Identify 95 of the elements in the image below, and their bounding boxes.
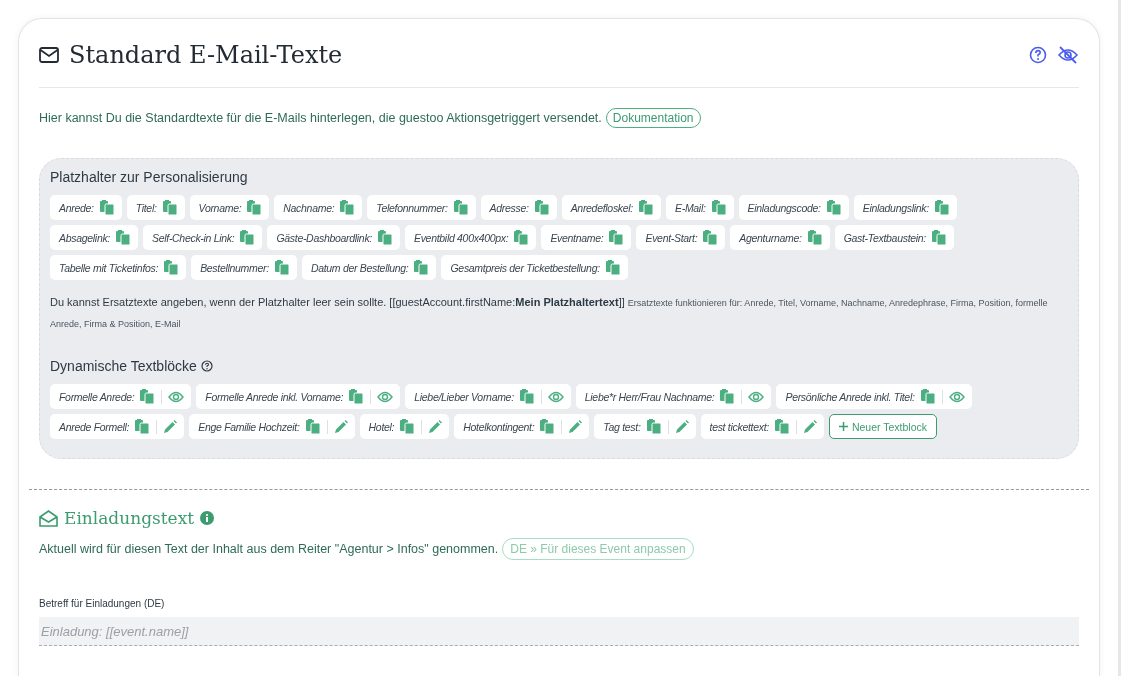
- copy-icon[interactable]: [534, 199, 550, 216]
- copy-icon[interactable]: [349, 388, 365, 405]
- copy-icon[interactable]: [240, 229, 256, 246]
- copy-icon[interactable]: [720, 388, 736, 405]
- intro-text: Hier kannst Du die Standardtexte für die E-Mails hinterlegen, die guestoo Aktionsgetriggert versendet.: [39, 111, 602, 125]
- copy-icon[interactable]: [703, 229, 719, 246]
- copy-icon[interactable]: [605, 259, 621, 276]
- pencil-icon[interactable]: [802, 419, 817, 434]
- copy-icon[interactable]: [116, 229, 131, 246]
- copy-icon[interactable]: [609, 229, 625, 246]
- help-icon[interactable]: [1029, 46, 1047, 64]
- placeholder-label: Titel:: [135, 201, 157, 214]
- documentation-link[interactable]: Dokumentation: [605, 108, 701, 128]
- copy-icon[interactable]: [639, 199, 654, 216]
- plus-icon: [838, 422, 848, 431]
- hint-paragraph: Du kannst Ersatztexte angeben, wenn der Platzhalter leer sein sollte. [[guestAccount.firstName:Mein Platzhaltertext]] Ersatztexte funktionieren für: Anrede, Titel, Vorname, Nachname, Anredephrase, Firma, Position, formelle Anrede, Firma & Position, E-Mail: [50, 295, 1049, 331]
- placeholder-label: Nachname:: [283, 201, 335, 214]
- placeholder-label: Einladungslink:: [862, 201, 929, 214]
- text-block-label: Tag test:: [603, 420, 641, 433]
- text-block-label: Hotelkontingent:: [463, 420, 535, 433]
- eye-icon[interactable]: [948, 390, 965, 403]
- copy-icon[interactable]: [164, 259, 180, 276]
- placeholder-label: Eventbild 400x400px:: [413, 231, 509, 244]
- copy-icon[interactable]: [99, 199, 115, 216]
- copy-icon[interactable]: [414, 259, 430, 276]
- placeholder-label: Vorname:: [198, 201, 242, 214]
- placeholder-label: Gäste-Dashboardlink:: [276, 231, 372, 244]
- placeholder-label: Bestellnummer:: [200, 261, 269, 274]
- text-block-label: Liebe*r Herr/Frau Nachname:: [584, 390, 715, 403]
- placeholder-label: Adresse:: [489, 201, 529, 214]
- placeholder-label: Einladungscode:: [747, 201, 821, 214]
- copy-icon[interactable]: [711, 199, 727, 216]
- copy-icon[interactable]: [932, 229, 947, 246]
- eye-slash-icon[interactable]: [1057, 46, 1079, 64]
- copy-icon[interactable]: [140, 388, 156, 405]
- eye-icon[interactable]: [168, 390, 185, 403]
- info-text: Aktuell wird für diesen Text der Inhalt aus dem Reiter "Agentur > Infos" genommen.: [39, 542, 499, 556]
- text-block-label: Formelle Anrede inkl. Vorname:: [205, 390, 344, 403]
- text-block-label: Liebe/Lieber Vorname:: [414, 390, 514, 403]
- text-block-label: Enge Familie Hochzeit:: [198, 420, 300, 433]
- copy-icon[interactable]: [774, 418, 790, 435]
- eye-icon[interactable]: [377, 390, 394, 403]
- subject-field[interactable]: Einladung: [[event.name]]: [39, 617, 1079, 646]
- placeholder-label: E-Mail:: [675, 201, 706, 214]
- pencil-icon[interactable]: [568, 419, 583, 434]
- placeholder-label: Datum der Bestellung:: [310, 261, 409, 274]
- section-title: Einladungstext: [64, 508, 195, 528]
- copy-icon[interactable]: [453, 199, 469, 216]
- copy-icon[interactable]: [247, 199, 263, 216]
- eye-icon[interactable]: [748, 390, 765, 403]
- copy-icon[interactable]: [920, 388, 936, 405]
- copy-icon[interactable]: [514, 229, 530, 246]
- placeholder-label: Eventname:: [550, 231, 604, 244]
- placeholder-label: Absagelink:: [59, 231, 110, 244]
- placeholder-label: Event-Start:: [645, 231, 698, 244]
- copy-icon[interactable]: [162, 199, 178, 216]
- copy-icon[interactable]: [135, 418, 151, 435]
- placeholder-label: Anrede:: [59, 201, 94, 214]
- copy-icon[interactable]: [274, 259, 290, 276]
- section-heading: Platzhalter zur Personalisierung: [50, 169, 248, 185]
- page-title: Standard E-Mail-Texte: [69, 41, 344, 69]
- help-icon[interactable]: [200, 360, 213, 372]
- copy-icon[interactable]: [519, 388, 535, 405]
- section-heading: Dynamische Textblöcke: [50, 358, 197, 374]
- pencil-icon[interactable]: [428, 419, 443, 434]
- text-block-label: Formelle Anrede:: [59, 390, 135, 403]
- new-text-block-button[interactable]: Neuer Textblock: [828, 414, 937, 439]
- field-label: Betreff für Einladungen (DE): [39, 598, 166, 609]
- text-block-label: Anrede Formell:: [59, 420, 130, 433]
- pencil-icon[interactable]: [163, 419, 178, 434]
- copy-icon[interactable]: [646, 418, 662, 435]
- info-icon[interactable]: [200, 511, 215, 525]
- copy-icon[interactable]: [807, 229, 823, 246]
- copy-icon[interactable]: [400, 418, 416, 435]
- text-block-label: test tickettext:: [709, 420, 769, 433]
- copy-icon[interactable]: [540, 418, 556, 435]
- placeholder-label: Self-Check-in Link:: [152, 231, 235, 244]
- placeholder-label: Agenturname:: [739, 231, 802, 244]
- placeholder-label: Gast-Textbaustein:: [843, 231, 926, 244]
- copy-icon[interactable]: [340, 199, 356, 216]
- envelope-icon: [39, 47, 59, 63]
- placeholder-label: Tabelle mit Ticketinfos:: [59, 261, 159, 274]
- pencil-icon[interactable]: [333, 419, 348, 434]
- copy-icon[interactable]: [934, 199, 950, 216]
- copy-icon[interactable]: [305, 418, 321, 435]
- placeholder-label: Gesamtpreis der Ticketbestellung:: [450, 261, 600, 274]
- text-block-label: Persönliche Anrede inkl. Titel:: [785, 390, 915, 403]
- eye-icon[interactable]: [547, 390, 564, 403]
- copy-icon[interactable]: [377, 229, 393, 246]
- placeholder-label: Telefonnummer:: [376, 201, 448, 214]
- pencil-icon[interactable]: [674, 419, 689, 434]
- open-envelope-icon: [39, 509, 58, 527]
- placeholder-label: Anredefloskel:: [570, 201, 633, 214]
- copy-icon[interactable]: [826, 199, 842, 216]
- text-block-label: Hotel:: [368, 420, 395, 433]
